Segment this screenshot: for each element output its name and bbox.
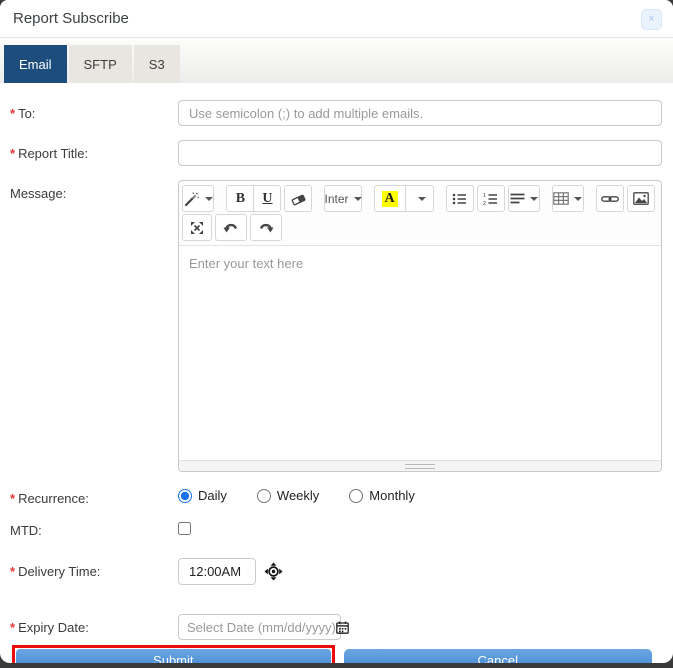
mtd-checkbox[interactable] <box>178 522 191 535</box>
message-label: Message: <box>10 180 178 201</box>
text-color-dropdown-button[interactable] <box>405 185 434 212</box>
submit-button[interactable]: Submit <box>16 649 331 663</box>
eraser-icon <box>291 192 306 206</box>
radio-daily[interactable]: Daily <box>178 488 227 503</box>
tab-bar: Email SFTP S3 <box>0 38 673 83</box>
redo-button[interactable] <box>250 214 282 241</box>
time-picker-crosshair-icon[interactable] <box>264 562 283 581</box>
tab-s3[interactable]: S3 <box>134 45 180 83</box>
subscribe-form: *To: *Report Title: Message: <box>0 83 673 663</box>
editor-content-area[interactable]: Enter your text here <box>179 245 661 460</box>
report-title-label: *Report Title: <box>10 140 178 161</box>
report-subscribe-dialog: Report Subscribe × Email SFTP S3 *To: *R… <box>0 0 673 663</box>
unordered-list-button[interactable] <box>446 185 474 212</box>
radio-weekly-label: Weekly <box>277 488 319 503</box>
cancel-button[interactable]: Cancel <box>344 649 652 664</box>
radio-weekly-input[interactable] <box>257 489 271 503</box>
link-button[interactable] <box>596 185 624 212</box>
paragraph-align-button[interactable] <box>508 185 540 212</box>
chevron-down-icon <box>418 197 426 201</box>
required-asterisk: * <box>10 146 15 161</box>
bold-button[interactable]: B <box>226 185 254 212</box>
radio-monthly-input[interactable] <box>349 489 363 503</box>
editor-resize-handle[interactable] <box>179 460 661 471</box>
style-dropdown-button[interactable] <box>182 185 214 212</box>
tab-sftp[interactable]: SFTP <box>69 45 132 83</box>
clear-formatting-button[interactable] <box>284 185 312 212</box>
recurrence-options: Daily Weekly Monthly <box>178 485 662 503</box>
expiry-date-label: *Expiry Date: <box>10 614 178 635</box>
expiry-date-input[interactable]: Select Date (mm/dd/yyyy) <box>178 614 341 640</box>
link-icon <box>601 193 619 205</box>
delivery-time-input[interactable] <box>178 558 256 585</box>
undo-icon <box>223 222 239 234</box>
radio-daily-input[interactable] <box>178 489 192 503</box>
radio-monthly[interactable]: Monthly <box>349 488 415 503</box>
required-asterisk: * <box>10 491 15 506</box>
ordered-list-icon: 12 <box>483 192 498 206</box>
expiry-date-placeholder: Select Date (mm/dd/yyyy) <box>187 620 336 635</box>
close-icon[interactable]: × <box>641 9 662 30</box>
chevron-down-icon <box>205 197 213 201</box>
required-asterisk: * <box>10 106 15 121</box>
svg-text:2: 2 <box>483 201 486 206</box>
svg-text:1: 1 <box>483 193 486 199</box>
report-title-input[interactable] <box>178 140 662 166</box>
radio-weekly[interactable]: Weekly <box>257 488 319 503</box>
table-button[interactable] <box>552 185 584 212</box>
rich-text-editor: B U Inter A <box>178 180 662 472</box>
editor-toolbar: B U Inter A <box>179 181 661 245</box>
ordered-list-button[interactable]: 12 <box>477 185 505 212</box>
redo-icon <box>258 222 274 234</box>
magic-wand-icon <box>184 191 200 207</box>
chevron-down-icon <box>530 197 538 201</box>
table-icon <box>553 192 569 205</box>
to-input[interactable] <box>178 100 662 126</box>
to-label: *To: <box>10 100 178 121</box>
undo-button[interactable] <box>215 214 247 241</box>
text-color-button[interactable]: A <box>374 185 406 212</box>
underline-button[interactable]: U <box>253 185 281 212</box>
dialog-title: Report Subscribe <box>13 10 129 27</box>
text-color-icon: A <box>382 191 398 207</box>
chevron-down-icon <box>574 197 582 201</box>
resize-grip-icon <box>405 464 435 469</box>
dialog-actions: Submit Cancel <box>12 645 652 663</box>
mtd-label: MTD: <box>10 517 178 538</box>
required-asterisk: * <box>10 564 15 579</box>
picture-icon <box>633 192 649 205</box>
font-family-dropdown[interactable]: Inter <box>324 185 361 212</box>
paragraph-align-icon <box>510 192 525 205</box>
required-asterisk: * <box>10 620 15 635</box>
dialog-header: Report Subscribe × <box>0 0 673 38</box>
picture-button[interactable] <box>627 185 655 212</box>
radio-monthly-label: Monthly <box>369 488 415 503</box>
recurrence-label: *Recurrence: <box>10 485 178 506</box>
unordered-list-icon <box>452 192 467 206</box>
font-name-label: Inter <box>324 192 348 206</box>
submit-highlight-box: Submit <box>12 645 335 663</box>
chevron-down-icon <box>354 197 362 201</box>
radio-daily-label: Daily <box>198 488 227 503</box>
fullscreen-button[interactable] <box>182 214 212 241</box>
calendar-icon <box>336 621 349 634</box>
delivery-time-label: *Delivery Time: <box>10 558 178 579</box>
tab-email[interactable]: Email <box>4 45 67 83</box>
fullscreen-icon <box>190 221 204 235</box>
